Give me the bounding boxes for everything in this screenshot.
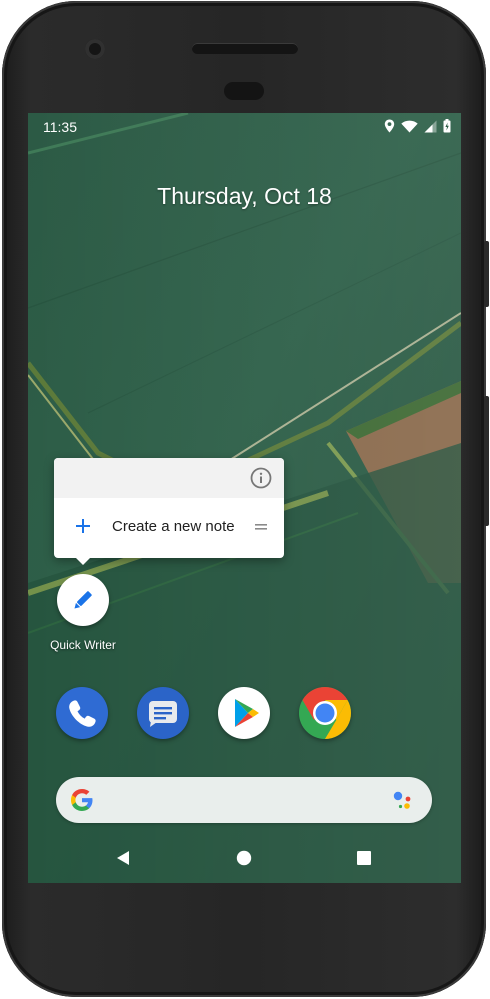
chrome-app[interactable] xyxy=(299,687,351,739)
battery-icon xyxy=(443,119,451,133)
home-screen: 11:35 Thursday, Oct 18 Create a new note… xyxy=(28,113,461,883)
status-icons xyxy=(384,119,451,133)
front-camera xyxy=(85,39,105,59)
info-icon[interactable] xyxy=(250,467,272,489)
popup-pointer xyxy=(75,557,91,565)
location-icon xyxy=(384,119,395,133)
popup-header xyxy=(54,458,284,498)
navigation-bar xyxy=(28,835,461,883)
recents-icon[interactable] xyxy=(355,849,373,867)
status-time: 11:35 xyxy=(43,119,77,135)
google-g-icon xyxy=(71,789,93,811)
back-icon[interactable] xyxy=(114,849,132,867)
earpiece-speaker xyxy=(192,43,298,54)
home-icon[interactable] xyxy=(235,849,253,867)
google-search-bar[interactable] xyxy=(56,777,432,823)
power-button xyxy=(484,241,489,307)
drag-handle-icon[interactable] xyxy=(255,522,267,532)
status-bar: 11:35 xyxy=(28,113,461,141)
quick-writer-app[interactable] xyxy=(57,574,109,626)
shortcut-create-note[interactable]: Create a new note xyxy=(54,510,284,546)
plus-icon xyxy=(76,519,90,533)
proximity-sensor xyxy=(224,82,264,100)
phone-device: 11:35 Thursday, Oct 18 Create a new note… xyxy=(2,1,489,997)
pencil-icon xyxy=(74,591,92,609)
phone-icon xyxy=(69,700,96,727)
phone-app[interactable] xyxy=(56,687,108,739)
volume-button xyxy=(484,396,489,526)
signal-icon xyxy=(424,120,437,132)
play-store-app[interactable] xyxy=(218,687,270,739)
play-store-icon xyxy=(235,699,259,727)
date-widget[interactable]: Thursday, Oct 18 xyxy=(28,183,461,210)
assistant-icon[interactable] xyxy=(390,787,416,813)
chrome-icon xyxy=(299,687,351,739)
messages-app[interactable] xyxy=(137,687,189,739)
wifi-icon xyxy=(401,120,418,132)
shortcut-label: Create a new note xyxy=(112,518,235,535)
app-shortcuts-popup: Create a new note xyxy=(54,458,284,558)
messages-icon xyxy=(149,701,177,727)
app-label: Quick Writer xyxy=(50,638,116,652)
